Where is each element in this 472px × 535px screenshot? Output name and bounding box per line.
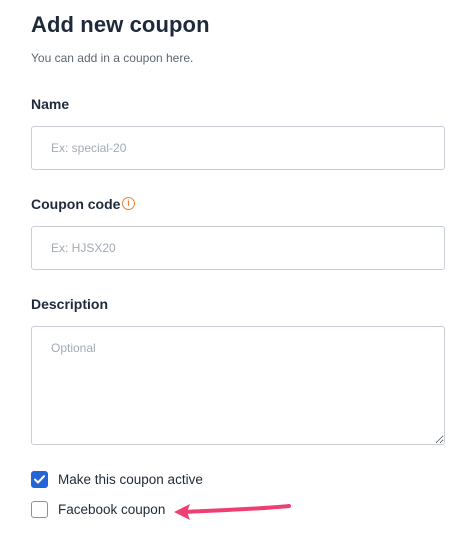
name-input[interactable] — [31, 126, 445, 170]
arrow-left-icon — [174, 504, 291, 520]
make-active-label: Make this coupon active — [58, 472, 203, 487]
description-textarea[interactable] — [31, 326, 445, 445]
make-active-row[interactable]: Make this coupon active — [31, 471, 203, 488]
facebook-coupon-checkbox[interactable] — [31, 501, 48, 518]
description-label: Description — [31, 296, 109, 312]
info-icon[interactable]: i — [122, 197, 135, 210]
page-subtitle: You can add in a coupon here. — [31, 51, 194, 65]
facebook-coupon-row[interactable]: Facebook coupon — [31, 501, 165, 518]
coupon-code-input[interactable] — [31, 226, 445, 270]
make-active-checkbox[interactable] — [31, 471, 48, 488]
name-label: Name — [31, 96, 70, 112]
page-title: Add new coupon — [31, 12, 210, 37]
facebook-coupon-label: Facebook coupon — [58, 502, 166, 517]
coupon-code-label: Coupon code — [31, 196, 121, 212]
checkmark-icon — [34, 475, 45, 484]
